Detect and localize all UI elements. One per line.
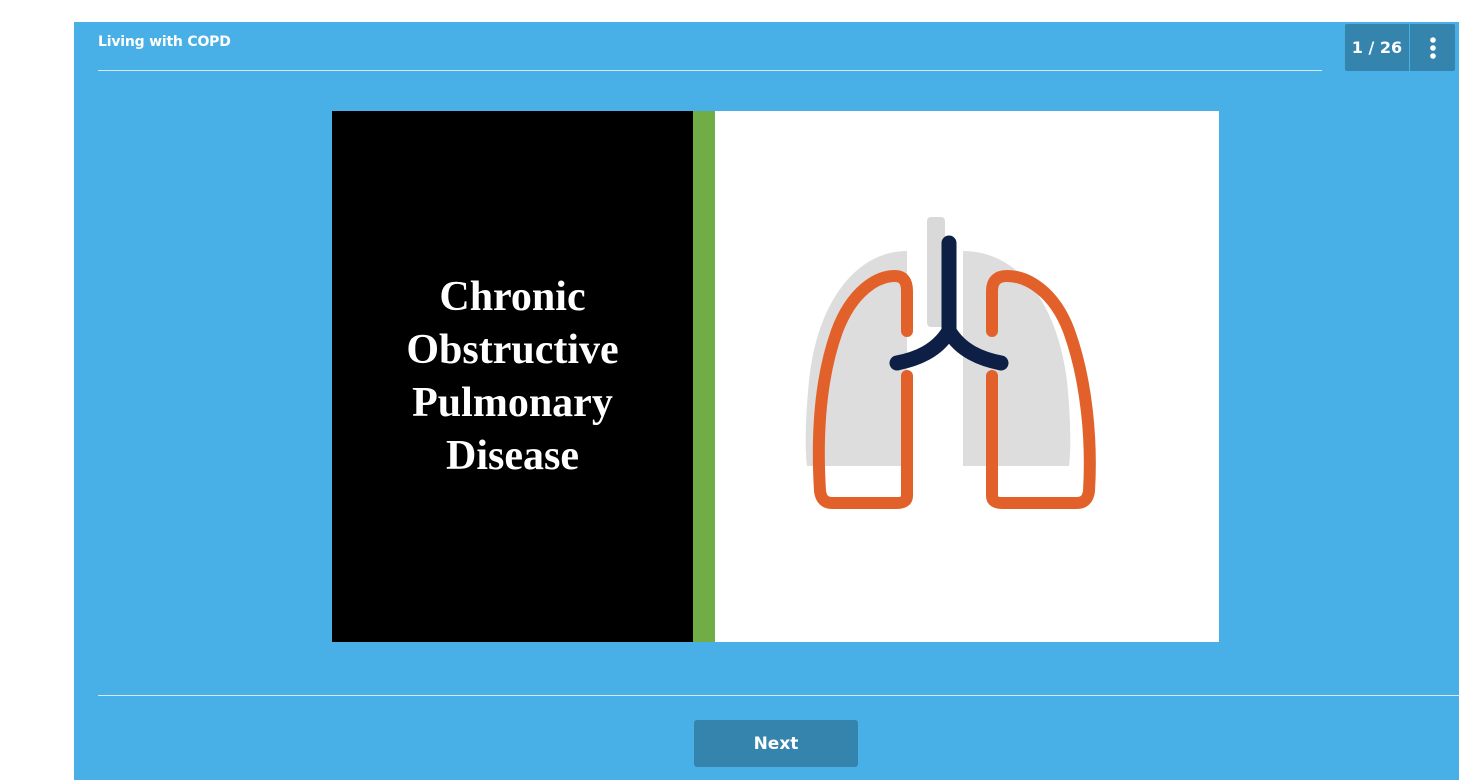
slide-counter: 1 / 26: [1345, 24, 1409, 71]
vertical-dots-icon: [1429, 36, 1436, 59]
heading-line: Pulmonary: [412, 379, 613, 426]
accent-bar: [693, 111, 715, 642]
course-player: Living with COPD 1 / 26 Chronic Obstruct…: [74, 22, 1459, 780]
footer-divider: [98, 695, 1459, 696]
next-button[interactable]: Next: [694, 720, 858, 767]
menu-button[interactable]: [1410, 24, 1455, 71]
slide-content: Chronic Obstructive Pulmonary Disease: [332, 111, 1219, 642]
heading-line: Chronic: [439, 273, 586, 320]
heading-line: Disease: [446, 432, 579, 479]
lungs-icon: [805, 217, 1096, 509]
course-title: Living with COPD: [98, 34, 231, 50]
slide-title-panel: Chronic Obstructive Pulmonary Disease: [332, 111, 693, 642]
header-divider: [98, 70, 1322, 71]
heading-line: Obstructive: [406, 326, 619, 373]
slide-heading: Chronic Obstructive Pulmonary Disease: [406, 271, 618, 483]
slide-controls: 1 / 26: [1345, 24, 1455, 71]
